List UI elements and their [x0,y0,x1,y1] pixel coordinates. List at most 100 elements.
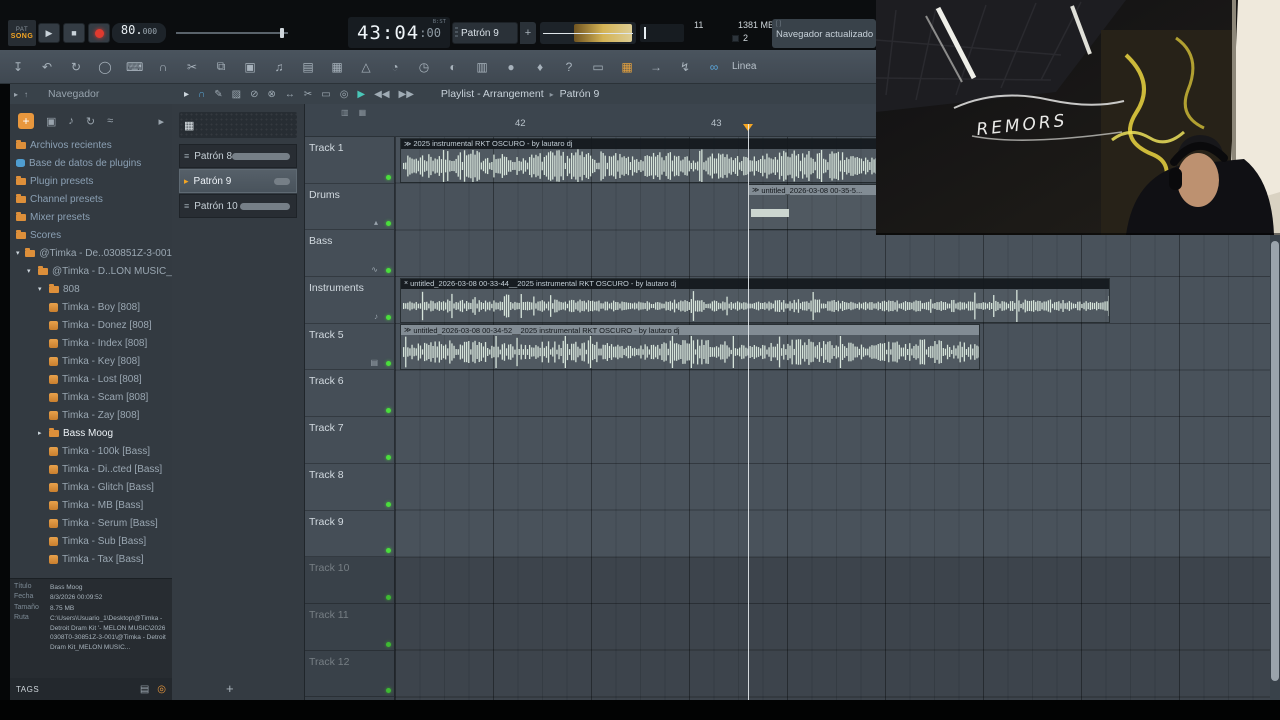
track-header[interactable]: Drums ▴ [305,184,394,231]
browser-item[interactable]: Timka - 100k [Bass] [10,442,172,460]
browser-item[interactable]: Scores [10,226,172,244]
refresh-icon[interactable]: ↻ [86,115,95,128]
track-header[interactable]: Instruments ♪ [305,277,394,324]
magnet-icon[interactable]: ∩ [198,89,205,100]
track-enable-dot[interactable] [386,174,391,180]
seek-forward-icon[interactable]: ▶▶ [399,89,414,100]
track-header[interactable]: Track 5 ▤ [305,324,394,371]
seek-back-icon[interactable]: ◀◀ [374,89,389,100]
clip-header[interactable]: × untitled_2026-03-08 00-33-44__2025 inst… [401,278,1109,289]
picker-add-button[interactable]: + [226,681,234,696]
shuffle-slider[interactable] [176,28,288,38]
pattern-item[interactable]: ≡ Patrón 8 [179,144,297,168]
one-click-record-icon[interactable]: ◯ [97,60,113,74]
shuffle-slider-knob[interactable] [280,28,284,38]
browser-item[interactable]: Base de datos de plugins [10,154,172,172]
paint-icon[interactable]: ▨ [232,89,241,100]
help-icon[interactable]: ? [561,60,577,74]
collapse-icon[interactable]: ▸ [14,90,18,99]
browser-item[interactable]: Timka - Index [808] [10,334,172,352]
breadcrumb-pattern[interactable]: Patrón 9 [560,88,600,100]
browser-item[interactable]: ▾ @Timka - De..030851Z-3-001 [10,244,172,262]
display-mode-icon[interactable]: ▥ [341,108,349,117]
browser-item[interactable]: ▸ Bass Moog [10,424,172,442]
snap-magnet-icon[interactable]: ∩ [155,60,171,74]
delete-icon[interactable]: ⊘ [250,89,258,100]
track-enable-dot[interactable] [386,314,391,320]
browser-item[interactable]: Archivos recientes [10,136,172,154]
link-controller-icon[interactable]: ∞ [706,60,722,74]
pattern-item[interactable]: ≡ Patrón 10 [179,194,297,218]
time-display[interactable]: B:ST 43:04 :00 [348,17,450,48]
browser-item[interactable]: Timka - Di..cted [Bass] [10,460,172,478]
copy-icon[interactable]: ⧉ [213,59,229,74]
track-enable-dot[interactable] [386,641,391,647]
browser-item[interactable]: Timka - Serum [Bass] [10,514,172,532]
cut-icon[interactable]: ✂ [184,60,200,74]
step-sequencer-icon[interactable]: ▤ [300,60,316,74]
track-header[interactable]: Track 10 [305,557,394,604]
typing-keyboard-icon[interactable]: ⌨ [126,60,143,74]
track-enable-dot[interactable] [386,221,391,227]
track-enable-dot[interactable] [386,501,391,507]
track-header[interactable]: Track 6 [305,370,394,418]
paste-icon[interactable]: ▣ [46,115,56,128]
cloud-icon[interactable]: ≈ [107,115,113,127]
pattern-selector[interactable]: Patrón 9 [452,22,518,44]
audio-clip[interactable]: × untitled_2026-03-08 00-33-44__2025 inst… [400,277,1110,324]
up-level-icon[interactable]: ↑ [24,90,28,99]
slip-icon[interactable]: ↔ [285,89,295,100]
stop-button[interactable]: ■ [63,23,85,43]
view-grid-icon[interactable]: ▦ [359,108,367,117]
track-enable-dot[interactable] [386,361,391,367]
song-pattern-toggle[interactable]: PAT SONG [8,20,36,46]
browser-item[interactable]: Timka - Lost [808] [10,370,172,388]
play-button[interactable]: ▶ [38,23,60,43]
tree-chevron-icon[interactable]: ▾ [16,249,21,257]
browser-item[interactable]: Mixer presets [10,208,172,226]
playlist-overview-display[interactable] [640,24,684,42]
select-icon[interactable]: ▭ [321,89,330,100]
record-button[interactable] [88,23,110,43]
countdown-icon[interactable]: ◷ [416,60,432,74]
track-header[interactable]: Track 7 [305,417,394,464]
browser-item[interactable]: Channel presets [10,190,172,208]
track-enable-dot[interactable] [386,688,391,694]
track-header[interactable]: Track 11 [305,604,394,651]
browser-item[interactable]: Timka - Scam [808] [10,388,172,406]
export-icon[interactable]: ↧ [10,60,26,74]
browser-item[interactable]: Timka - Donez [808] [10,316,172,334]
track-header[interactable]: Track 12 [305,651,394,698]
browser-item[interactable]: Plugin presets [10,172,172,190]
browser-item[interactable]: Timka - Key [808] [10,352,172,370]
playlist-title[interactable]: Playlist - Arrangement [441,88,544,100]
tree-chevron-icon[interactable]: ▾ [27,267,34,275]
add-button[interactable]: + [18,113,34,129]
clip-header[interactable]: ≫ untitled_2026-03-08 00-34-52__2025 inst… [401,325,979,336]
track-header[interactable]: Bass ∿ [305,230,394,278]
metronome-icon[interactable]: △ [358,60,374,74]
track-enable-dot[interactable] [386,408,391,414]
pattern-item[interactable]: ▸ Patrón 9 [179,169,297,193]
scrollbar-thumb[interactable] [1271,241,1279,681]
browser-item[interactable]: Timka - Glitch [Bass] [10,478,172,496]
browser-item[interactable]: Timka - Tax [Bass] [10,550,172,568]
expand-panel-icon[interactable]: ▸ [158,115,164,128]
preview-sound-icon[interactable]: ♪ [68,115,74,127]
browser-item[interactable]: Timka - Zay [808] [10,406,172,424]
pencil-icon[interactable]: ✎ [214,89,222,100]
plugin-power-icon[interactable]: ↯ [677,60,693,74]
paste-icon[interactable]: ▣ [242,60,258,74]
mixer-panel-icon[interactable]: ▦ [619,60,635,74]
piano-roll-icon[interactable]: ♫ [271,60,287,74]
slice-icon[interactable]: ✂ [304,89,312,100]
add-pattern-button[interactable]: + [520,22,536,44]
zoom-icon[interactable]: ◎ [340,89,349,100]
playlist-vertical-scrollbar[interactable] [1270,235,1280,700]
track-enable-dot[interactable] [386,548,391,554]
detached-monitor-icon[interactable]: ▭ [590,60,606,74]
save-icon[interactable]: ▥ [474,60,490,74]
record-icon[interactable]: ● [503,60,519,74]
tree-chevron-icon[interactable]: ▸ [38,429,45,437]
track-enable-dot[interactable] [386,454,391,460]
